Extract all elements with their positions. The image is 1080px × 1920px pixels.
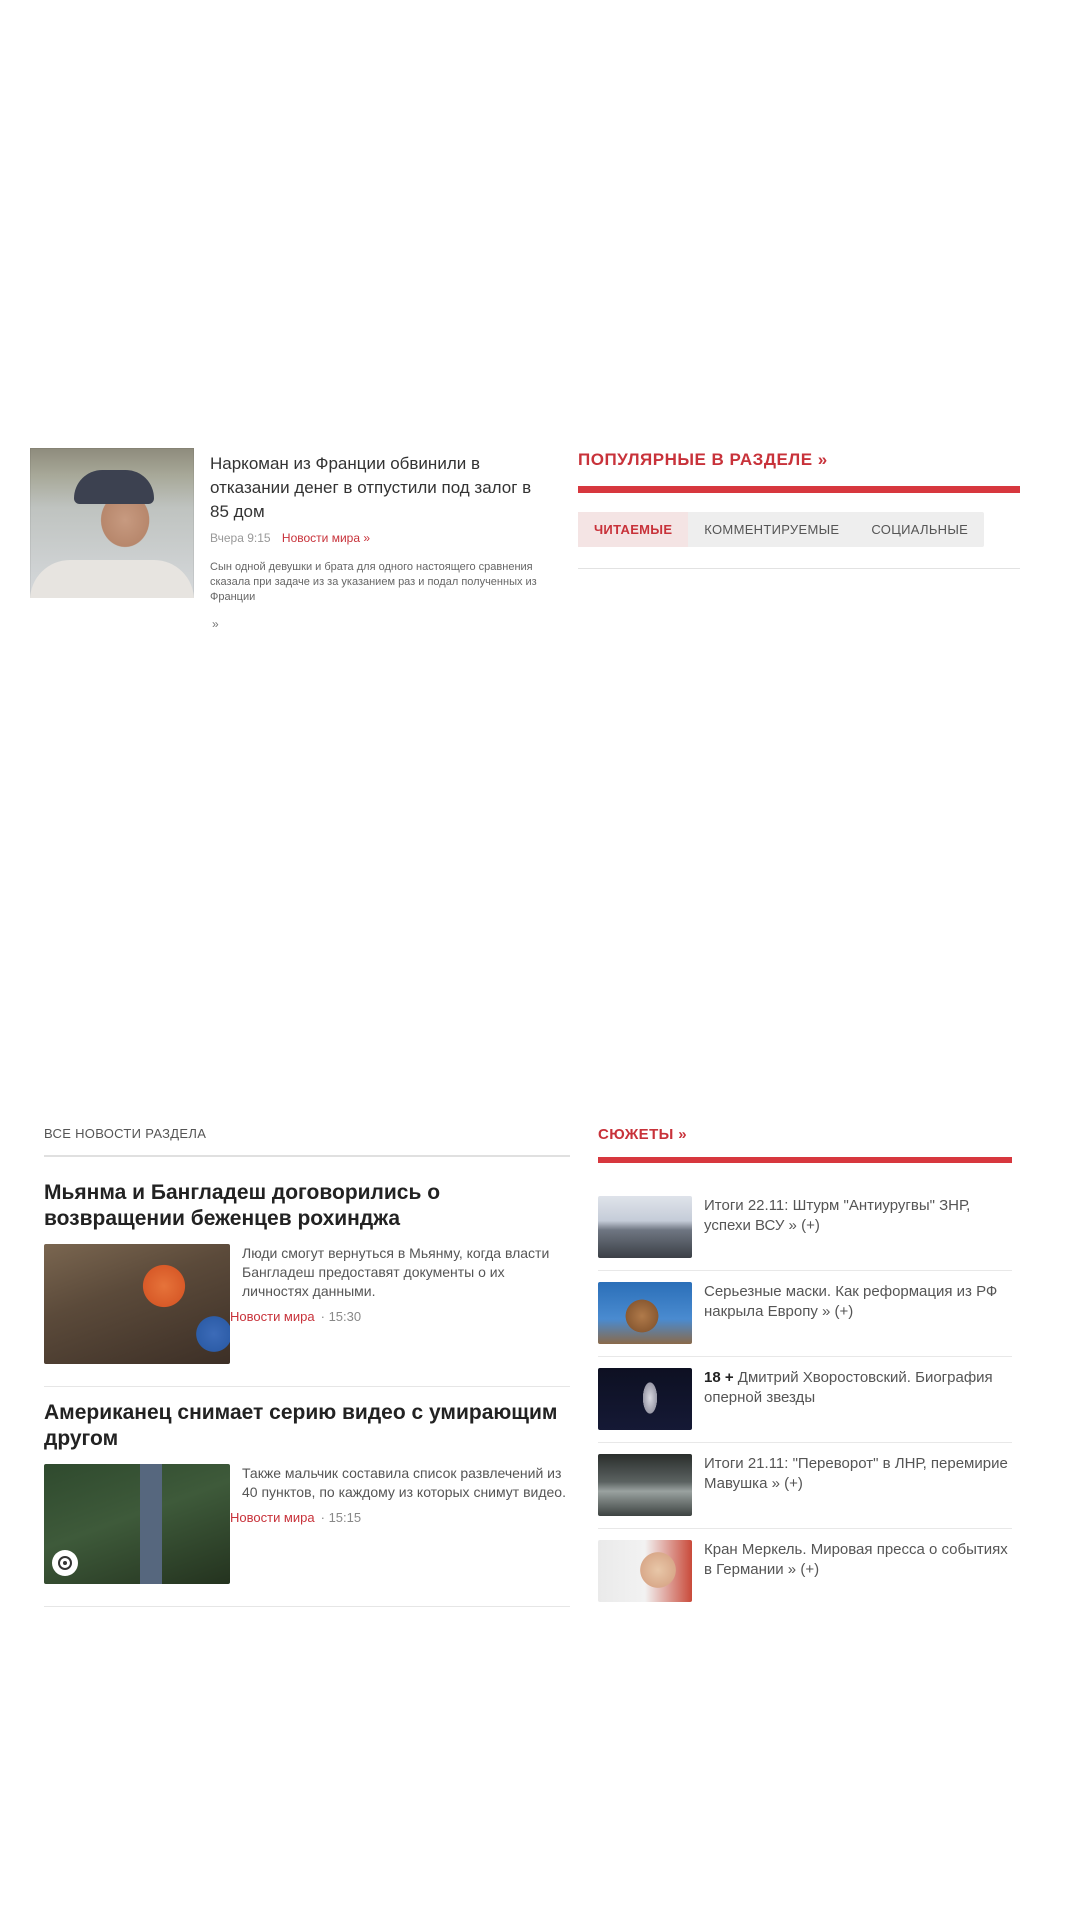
teaser-description: Сын одной девушки и брата для одного нас… — [210, 561, 537, 603]
sujet-text[interactable]: Итоги 21.11: "Переворот" в ЛНР, перемири… — [704, 1454, 1012, 1516]
popular-tabs: ЧИТАЕМЫЕ КОММЕНТИРУЕМЫЕ СОЦИАЛЬНЫЕ — [578, 512, 985, 547]
sujets-title[interactable]: СЮЖЕТЫ » — [598, 1126, 687, 1143]
tab-social[interactable]: СОЦИАЛЬНЫЕ — [855, 512, 984, 547]
sujet-text[interactable]: Кран Меркель. Мировая пресса о событиях … — [704, 1540, 1012, 1602]
tab-commented[interactable]: КОММЕНТИРУЕМЫЕ — [688, 512, 855, 547]
news-image[interactable] — [44, 1244, 230, 1364]
sujet-text[interactable]: 18 + Дмитрий Хворостовский. Биография оп… — [704, 1368, 1012, 1430]
teaser-date: Вчера 9:15 — [210, 531, 271, 545]
news-source-link[interactable]: Новости мира — [230, 1510, 315, 1525]
news-time: · 15:30 — [320, 1309, 362, 1324]
popular-divider — [578, 486, 1020, 493]
teaser-more-link[interactable]: » — [212, 617, 219, 631]
popular-rule — [578, 568, 1020, 569]
teaser-title[interactable]: Наркоман из Франции обвинили в отказании… — [210, 452, 540, 524]
sujet-item[interactable]: Серьезные маски. Как реформация из РФ на… — [598, 1282, 1012, 1344]
sujet-divider — [598, 1442, 1012, 1443]
news-text: Также мальчик составила список развлечен… — [242, 1465, 566, 1500]
news-source-link[interactable]: Новости мира — [230, 1309, 315, 1324]
sujet-item[interactable]: Итоги 22.11: Штурм "Антиуругвы" ЗНР, усп… — [598, 1196, 1012, 1258]
news-source: Новости мира · 15:15 — [230, 1510, 570, 1525]
sujet-thumbnail[interactable] — [598, 1454, 692, 1516]
popular-title[interactable]: ПОПУЛЯРНЫЕ В РАЗДЕЛЕ » — [578, 450, 828, 470]
sujet-thumbnail[interactable] — [598, 1196, 692, 1258]
sujet-text[interactable]: Серьезные маски. Как реформация из РФ на… — [704, 1282, 1012, 1344]
sujet-item[interactable]: Кран Меркель. Мировая пресса о событиях … — [598, 1540, 1012, 1602]
sujet-divider — [598, 1356, 1012, 1357]
news-divider — [44, 1606, 570, 1607]
news-time: · 15:15 — [320, 1510, 362, 1525]
teaser-image[interactable] — [30, 448, 194, 598]
sujet-thumbnail[interactable] — [598, 1282, 692, 1344]
news-image[interactable] — [44, 1464, 230, 1584]
sujet-text[interactable]: Итоги 22.11: Штурм "Антиуругвы" ЗНР, усп… — [704, 1196, 1012, 1258]
play-icon[interactable] — [52, 1550, 78, 1576]
sujet-item[interactable]: Итоги 21.11: "Переворот" в ЛНР, перемири… — [598, 1454, 1012, 1516]
news-title[interactable]: Мьянма и Бангладеш договорились о возвра… — [44, 1180, 570, 1232]
list-item: Американец снимает серию видео с умирающ… — [44, 1400, 570, 1607]
list-item: Мьянма и Бангладеш договорились о возвра… — [44, 1180, 570, 1387]
all-news-link[interactable]: ВСЕ НОВОСТИ РАЗДЕЛА — [44, 1126, 206, 1141]
news-divider — [44, 1386, 570, 1387]
tab-read[interactable]: ЧИТАЕМЫЕ — [578, 512, 689, 547]
news-title[interactable]: Американец снимает серию видео с умирающ… — [44, 1400, 570, 1452]
news-text: Люди смогут вернуться в Мьянму, когда вл… — [242, 1245, 550, 1299]
sujet-thumbnail[interactable] — [598, 1368, 692, 1430]
sujet-divider — [598, 1528, 1012, 1529]
teaser-section-link[interactable]: Новости мира » — [282, 531, 370, 545]
sujet-thumbnail[interactable] — [598, 1540, 692, 1602]
sujet-item[interactable]: 18 + Дмитрий Хворостовский. Биография оп… — [598, 1368, 1012, 1430]
sujets-divider — [598, 1157, 1012, 1163]
teaser-meta: Вчера 9:15 Новости мира » — [210, 531, 370, 545]
all-news-divider — [44, 1155, 570, 1157]
sujet-divider — [598, 1270, 1012, 1271]
news-source: Новости мира · 15:30 — [230, 1309, 570, 1324]
